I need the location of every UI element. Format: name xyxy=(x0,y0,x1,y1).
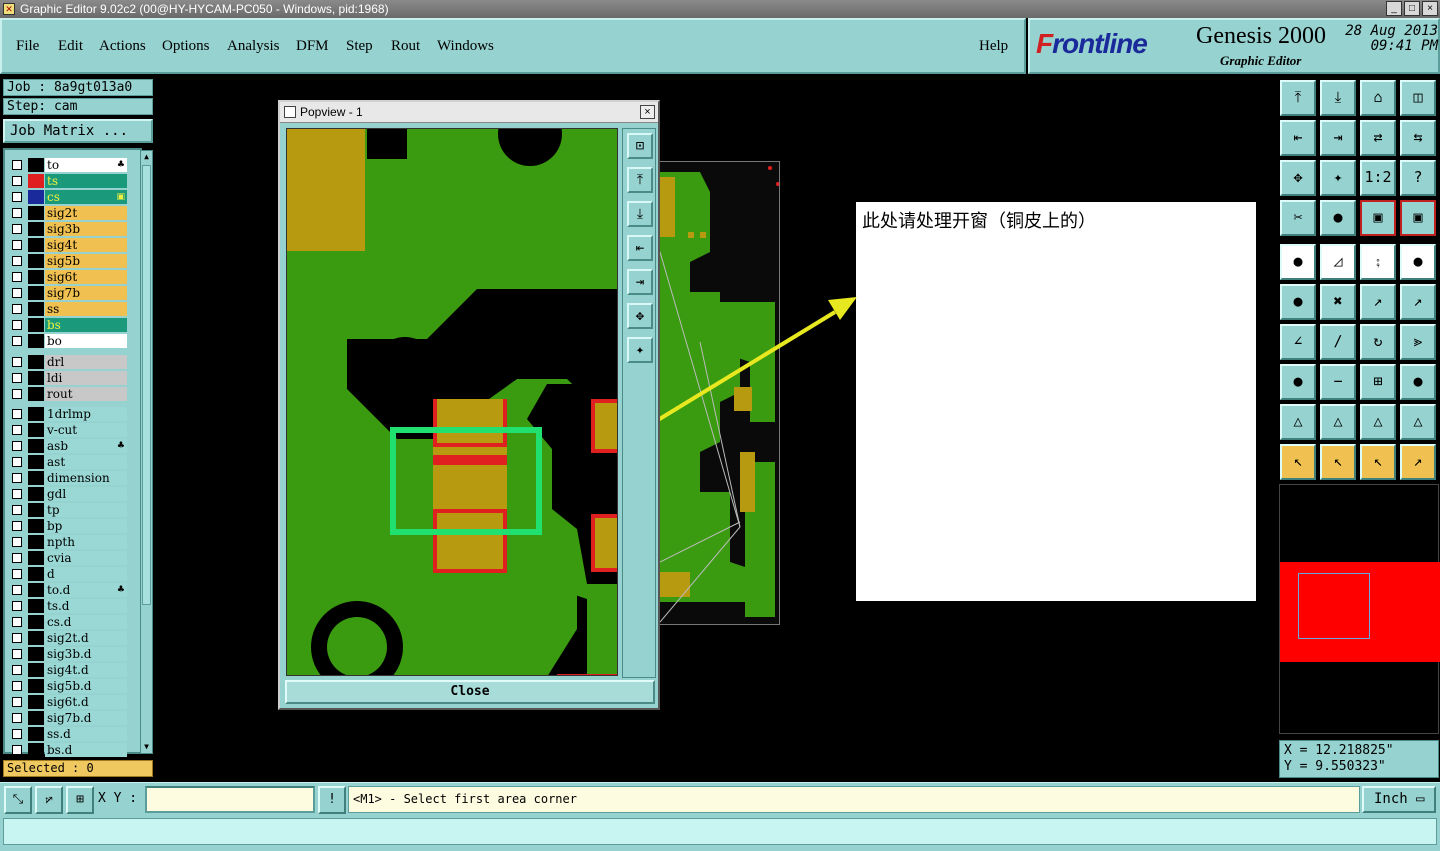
popview-pan-right-icon[interactable]: ⇥ xyxy=(627,269,653,295)
swap-icon[interactable]: ⇄ xyxy=(1360,120,1396,156)
pcb-zoom-graphic xyxy=(287,129,617,675)
popview-close-button[interactable]: Close xyxy=(285,680,655,704)
popview-pan-up-icon[interactable]: ⤒ xyxy=(627,167,653,193)
coordinate-readout: X = 12.218825" Y = 9.550323" xyxy=(1279,740,1439,778)
triangle2-icon[interactable]: △ xyxy=(1320,404,1356,440)
move-arrow2-icon[interactable]: ↗ xyxy=(1400,284,1436,320)
status-line xyxy=(3,818,1437,845)
overview-viewport[interactable] xyxy=(1298,573,1370,639)
route-icon[interactable]: ↗ xyxy=(1400,444,1436,480)
pan-icon[interactable]: ✦ xyxy=(1320,160,1356,196)
select-red2-icon[interactable]: ▣ xyxy=(1400,200,1436,236)
draw-line-icon[interactable]: ◿ xyxy=(1320,244,1356,280)
net-icon[interactable]: ● xyxy=(1280,284,1316,320)
status-bar xyxy=(0,815,1440,851)
angle-icon[interactable]: ∠ xyxy=(1280,324,1316,360)
pad-feature-icon[interactable]: ● xyxy=(1280,244,1316,280)
xy-input[interactable] xyxy=(145,786,315,813)
popview-zoom-fit-icon[interactable]: ⊡ xyxy=(627,133,653,159)
unit-select[interactable]: Inch ▭ xyxy=(1362,786,1436,813)
ruler-icon[interactable]: ⨟ xyxy=(1360,244,1396,280)
annotation-arrow xyxy=(533,297,857,497)
popview-title: Popview - 1 xyxy=(300,105,363,119)
coord-y: Y = 9.550323" xyxy=(1284,759,1386,774)
measure-box-icon[interactable]: ⊞ xyxy=(1360,364,1396,400)
arc-icon[interactable]: ↻ xyxy=(1360,324,1396,360)
coord-x: X = 12.218825" xyxy=(1284,743,1394,758)
popview-canvas[interactable] xyxy=(286,128,618,676)
popview-toolbar: ⊡ ⤒ ⤓ ⇤ ⇥ ✥ ✦ xyxy=(622,128,656,678)
popview-title-bar[interactable]: Popview - 1 × xyxy=(280,102,658,123)
popview-zoom-in-icon[interactable]: ✥ xyxy=(627,303,653,329)
group-icon[interactable]: ● xyxy=(1400,364,1436,400)
status-message: <M1> - Select first area corner xyxy=(348,786,1360,813)
popview-window: Popview - 1 × ⊡ ⤒ ⤓ ⇤ ⇥ ✥ ✦ Close xyxy=(278,100,660,710)
dropdown-icon: ▭ xyxy=(1416,791,1425,807)
line-icon[interactable]: ∕ xyxy=(1320,324,1356,360)
triangle3-icon[interactable]: △ xyxy=(1360,404,1396,440)
pointer-icon[interactable]: ↖ xyxy=(1280,444,1316,480)
cut-icon[interactable]: ✂ xyxy=(1280,200,1316,236)
snap-icon[interactable]: ⤡ xyxy=(4,786,32,814)
snap-icon[interactable]: ⪢ xyxy=(1400,324,1436,360)
popview-icon xyxy=(284,106,296,118)
move-arrow-icon[interactable]: ↗ xyxy=(1360,284,1396,320)
pointer3-icon[interactable]: ↖ xyxy=(1360,444,1396,480)
circle-icon[interactable]: ● xyxy=(1400,244,1436,280)
open-icon[interactable]: ⤒ xyxy=(1280,80,1316,116)
help-icon[interactable]: ? xyxy=(1400,160,1436,196)
popview-pan-down-icon[interactable]: ⤓ xyxy=(627,201,653,227)
popview-zoom-out-icon[interactable]: ✦ xyxy=(627,337,653,363)
delete-icon[interactable]: ✖ xyxy=(1320,284,1356,320)
popview-close-icon[interactable]: × xyxy=(640,105,655,119)
xy-label: X Y : xyxy=(98,791,138,806)
select-red-icon[interactable]: ▣ xyxy=(1360,200,1396,236)
pointer2-icon[interactable]: ↖ xyxy=(1320,444,1356,480)
grid-icon[interactable]: ⊞ xyxy=(66,786,94,814)
feature-icon[interactable]: ● xyxy=(1280,364,1316,400)
save-icon[interactable]: ⤓ xyxy=(1320,80,1356,116)
triangle-icon[interactable]: △ xyxy=(1280,404,1316,440)
minus-icon[interactable]: − xyxy=(1320,364,1356,400)
scale-icon[interactable]: 1:2 xyxy=(1360,160,1396,196)
bottom-bar: ⤡ ⦬ ⊞ X Y : ! <M1> - Select first area c… xyxy=(0,782,1440,815)
home-icon[interactable]: ⌂ xyxy=(1360,80,1396,116)
zoom-all-icon[interactable]: ✥ xyxy=(1280,160,1316,196)
popview-pan-left-icon[interactable]: ⇤ xyxy=(627,235,653,261)
triangle4-icon[interactable]: △ xyxy=(1400,404,1436,440)
pad-icon[interactable]: ● xyxy=(1320,200,1356,236)
board-overview[interactable] xyxy=(1279,484,1440,734)
move-left-icon[interactable]: ⇤ xyxy=(1280,120,1316,156)
move-right-icon[interactable]: ⇥ xyxy=(1320,120,1356,156)
message-icon[interactable]: ! xyxy=(318,786,346,814)
rotate-icon[interactable]: ⇆ xyxy=(1400,120,1436,156)
measure-icon[interactable]: ⦬ xyxy=(35,786,63,814)
layout-icon[interactable]: ◫ xyxy=(1400,80,1436,116)
